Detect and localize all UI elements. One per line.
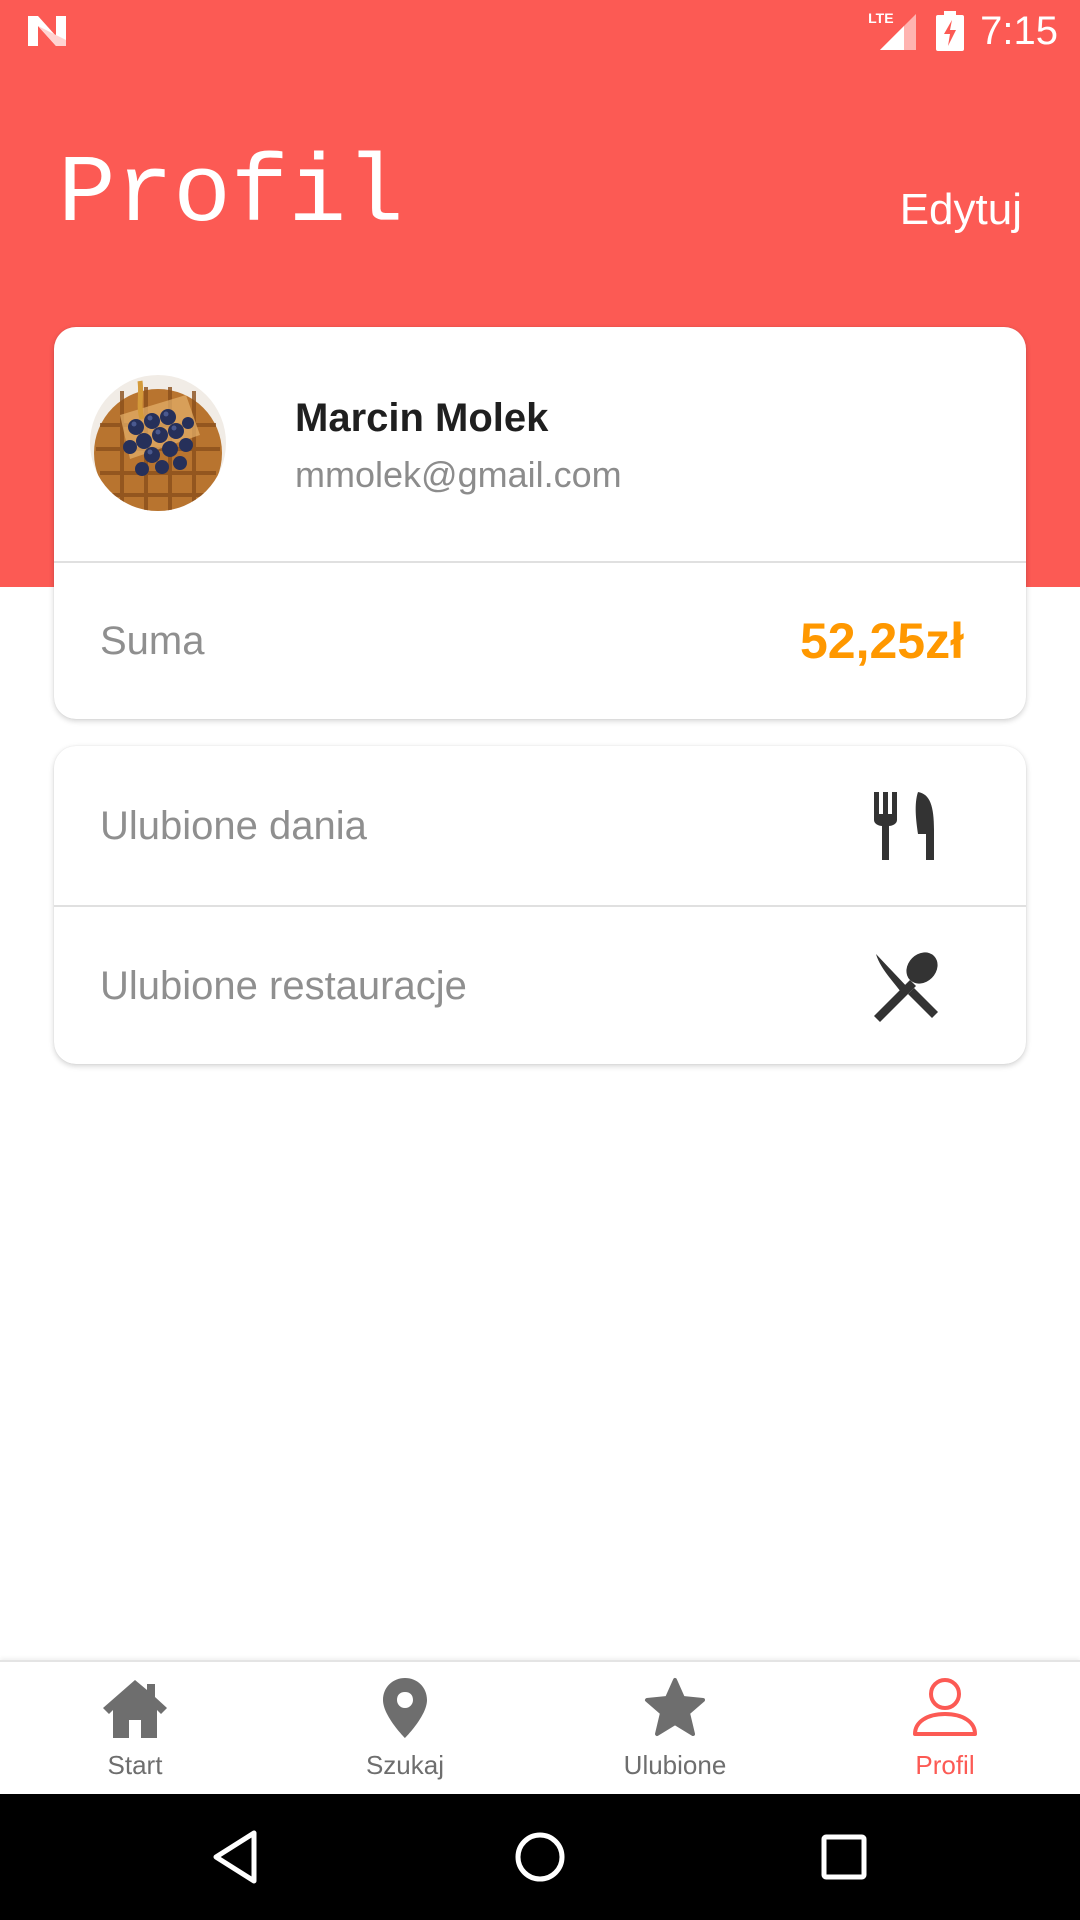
nav-label-favorites: Ulubione — [623, 1750, 727, 1780]
back-icon[interactable] — [206, 1827, 266, 1887]
nav-item-profile[interactable]: Profil — [810, 1662, 1080, 1796]
favorite-dishes-label: Ulubione dania — [100, 803, 367, 848]
crossed-spoon-knife-icon — [874, 951, 938, 1022]
network-type-label: LTE — [868, 10, 894, 26]
favorites-card: Ulubione dania Ulubione restauracje — [54, 746, 1026, 1064]
status-time: 7:15 — [980, 9, 1058, 53]
profile-card: Marcin Molek mmolek@gmail.com Suma 52,25… — [54, 327, 1026, 719]
system-navigation-bar — [0, 1794, 1080, 1920]
favorite-restaurants-label: Ulubione restauracje — [100, 963, 467, 1008]
sum-row: Suma 52,25zł — [54, 563, 1026, 719]
nav-label-search: Szukaj — [365, 1750, 445, 1780]
nav-label-profile: Profil — [915, 1750, 975, 1780]
user-email: mmolek@gmail.com — [295, 454, 622, 495]
battery-charging-icon — [936, 11, 965, 51]
recents-icon[interactable] — [814, 1827, 874, 1887]
favorite-dishes-item[interactable]: Ulubione dania — [54, 746, 1026, 905]
location-pin-icon — [383, 1678, 427, 1738]
edit-button[interactable]: Edytuj — [900, 184, 1022, 236]
waffle-blueberries-avatar — [90, 375, 226, 511]
fork-knife-icon — [874, 791, 934, 860]
lte-signal-icon: LTE — [868, 10, 918, 52]
avatar[interactable] — [90, 375, 226, 511]
nav-label-start: Start — [107, 1750, 163, 1780]
page-title: Profil — [58, 140, 404, 249]
sum-value: 52,25zł — [799, 613, 964, 669]
nav-item-start[interactable]: Start — [0, 1662, 270, 1796]
home-icon — [103, 1680, 167, 1738]
star-icon — [645, 1678, 705, 1736]
user-name: Marcin Molek — [295, 396, 549, 440]
bottom-navigation: Start Szukaj Ulubione Profil — [0, 1660, 1080, 1796]
nav-item-favorites[interactable]: Ulubione — [540, 1662, 810, 1796]
home-circle-icon[interactable] — [510, 1827, 570, 1887]
sum-label: Suma — [100, 619, 205, 663]
favorite-restaurants-item[interactable]: Ulubione restauracje — [54, 905, 1026, 1064]
profile-header: Marcin Molek mmolek@gmail.com — [54, 327, 1026, 563]
person-icon — [913, 1678, 977, 1736]
status-bar: LTE 7:15 — [0, 0, 1080, 63]
nav-item-search[interactable]: Szukaj — [270, 1662, 540, 1796]
notification-n-icon — [28, 16, 66, 46]
